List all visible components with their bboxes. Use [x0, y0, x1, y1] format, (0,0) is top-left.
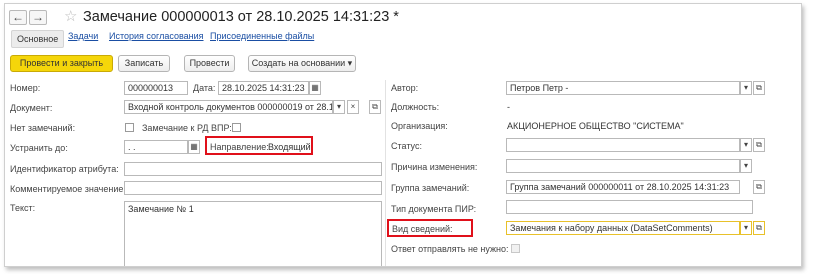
favorite-star-icon[interactable]: ☆ [64, 7, 77, 25]
status-input[interactable] [506, 138, 740, 152]
resolve-by-input[interactable]: . . [124, 140, 188, 154]
open-icon[interactable]: ⧉ [369, 100, 381, 114]
resolve-by-label: Устранить до: [10, 143, 68, 153]
tab-main[interactable]: Основное [11, 30, 65, 48]
tab-tasks[interactable]: Задачи [68, 31, 98, 41]
no-reply-checkbox[interactable] [511, 244, 520, 253]
direction-label: Направление: [210, 142, 269, 152]
document-label: Документ: [10, 103, 53, 113]
open-icon[interactable]: ⧉ [753, 221, 765, 235]
doc-type-input[interactable] [506, 200, 753, 214]
create-based-on-label: Создать на основании [251, 58, 346, 68]
text-label: Текст: [10, 203, 36, 213]
arrow-right-icon: → [32, 10, 44, 24]
direction-value: Входящий [268, 142, 311, 152]
remark-rd-checkbox[interactable] [232, 123, 241, 132]
page-title: Замечание 000000013 от 28.10.2025 14:31:… [83, 9, 399, 25]
attribute-id-input[interactable] [124, 162, 382, 176]
calendar-icon[interactable]: ▦ [188, 140, 200, 154]
open-icon[interactable]: ⧉ [753, 138, 765, 152]
number-label: Номер: [10, 83, 41, 93]
commented-value-input[interactable] [124, 181, 382, 195]
dropdown-icon[interactable]: ▾ [333, 100, 345, 114]
change-reason-input[interactable] [506, 159, 740, 173]
no-remarks-label: Нет замечаний: [10, 123, 76, 133]
chevron-down-icon: ▾ [347, 58, 353, 68]
arrow-left-icon: ← [12, 10, 24, 24]
info-kind-label: Вид сведений: [392, 224, 453, 234]
status-label: Статус: [391, 141, 422, 151]
remarks-group-label: Группа замечаний: [391, 183, 470, 193]
info-kind-input[interactable]: Замечания к набору данных (DataSetCommen… [506, 221, 740, 235]
author-label: Автор: [391, 83, 419, 93]
dropdown-icon[interactable]: ▾ [740, 138, 752, 152]
create-based-on-button[interactable]: Создать на основании ▾ [248, 55, 356, 72]
back-button[interactable]: ← [9, 10, 27, 25]
no-remarks-checkbox[interactable] [125, 123, 134, 132]
dropdown-icon[interactable]: ▾ [740, 81, 752, 95]
tab-approval-history[interactable]: История согласования [109, 31, 204, 41]
dropdown-icon[interactable]: ▾ [740, 221, 752, 235]
no-reply-label: Ответ отправлять не нужно: [391, 244, 509, 254]
doc-type-label: Тип документа ПИР: [391, 204, 477, 214]
change-reason-label: Причина изменения: [391, 162, 478, 172]
date-label: Дата: [193, 83, 216, 93]
document-input[interactable]: Входной контроль документов 000000019 от… [124, 100, 333, 114]
author-input[interactable]: Петров Петр - [506, 81, 740, 95]
clear-icon[interactable]: × [347, 100, 359, 114]
remark-rd-label: Замечание к РД ВПР: [142, 123, 232, 133]
commented-value-label: Комментируемое значение: [10, 184, 126, 194]
open-icon[interactable]: ⧉ [753, 180, 765, 194]
attribute-id-label: Идентификатор атрибута: [10, 164, 119, 174]
remarks-group-input[interactable]: Группа замечаний 000000011 от 28.10.2025… [506, 180, 740, 194]
calendar-icon[interactable]: ▦ [309, 81, 321, 95]
text-area[interactable]: Замечание № 1 [124, 201, 382, 266]
position-value: - [507, 102, 510, 112]
number-input[interactable]: 000000013 [124, 81, 188, 95]
date-input[interactable]: 28.10.2025 14:31:23 [218, 81, 309, 95]
tab-attached-files[interactable]: Присоединенные файлы [210, 31, 314, 41]
organization-value: АКЦИОНЕРНОЕ ОБЩЕСТВО "СИСТЕМА" [507, 121, 684, 131]
document-window: ← → ☆ Замечание 000000013 от 28.10.2025 … [4, 3, 802, 267]
position-label: Должность: [391, 102, 440, 112]
forward-button[interactable]: → [29, 10, 47, 25]
dropdown-icon[interactable]: ▾ [740, 159, 752, 173]
post-button[interactable]: Провести [184, 55, 235, 72]
open-icon[interactable]: ⧉ [753, 81, 765, 95]
save-button[interactable]: Записать [118, 55, 170, 72]
post-and-close-button[interactable]: Провести и закрыть [10, 55, 113, 72]
column-divider [385, 80, 386, 266]
organization-label: Организация: [391, 121, 448, 131]
